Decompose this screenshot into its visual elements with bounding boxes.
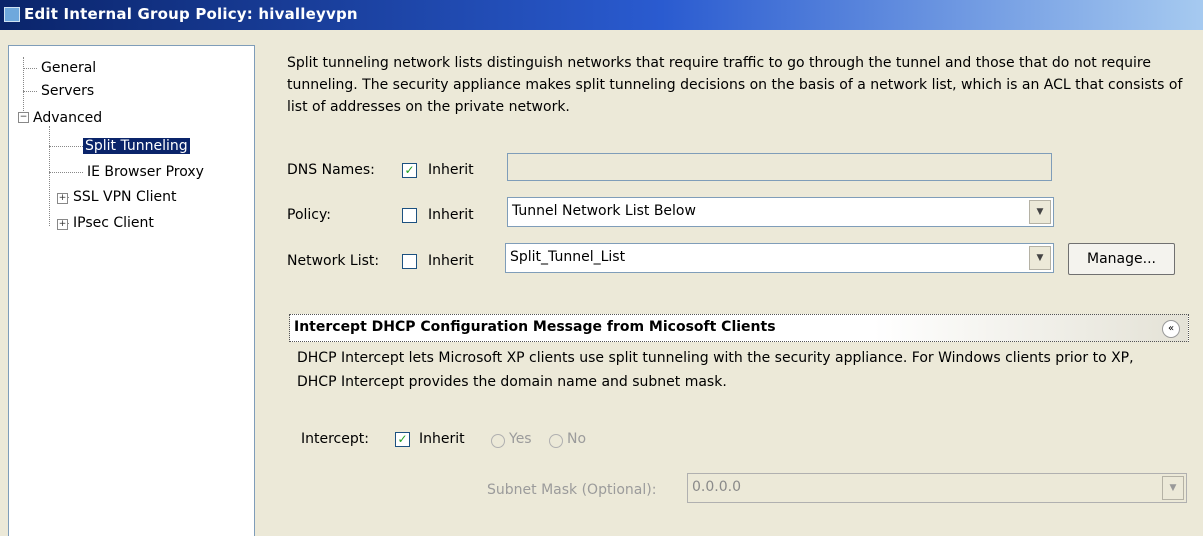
network-list-label: Network List:	[287, 253, 380, 269]
tree-item-ie-browser-proxy[interactable]: IE Browser Proxy	[85, 161, 206, 183]
collapse-chevron-icon[interactable]: «	[1162, 320, 1180, 338]
network-list-value: Split_Tunnel_List	[510, 249, 626, 265]
tree-connector	[23, 57, 24, 117]
subnet-mask-dropdown[interactable]: 0.0.0.0 ▼	[687, 473, 1187, 503]
intercept-yes-label: Yes	[509, 431, 532, 447]
policy-inherit-checkbox[interactable]	[402, 208, 417, 223]
dhcp-section-header[interactable]: Intercept DHCP Configuration Message fro…	[289, 314, 1189, 342]
dns-inherit-checkbox[interactable]: ✓	[402, 163, 417, 178]
intercept-label: Intercept:	[301, 431, 369, 447]
expand-plus-icon[interactable]: +	[57, 219, 68, 230]
tree-connector	[23, 68, 37, 69]
dhcp-description: DHCP Intercept lets Microsoft XP clients…	[297, 350, 1134, 390]
subnet-mask-value: 0.0.0.0	[692, 479, 741, 495]
manage-button[interactable]: Manage...	[1068, 243, 1175, 275]
policy-dropdown[interactable]: Tunnel Network List Below ▼	[507, 197, 1054, 227]
policy-label: Policy:	[287, 207, 331, 223]
tree-item-label: Split Tunneling	[83, 138, 190, 154]
collapse-minus-icon[interactable]: −	[18, 112, 29, 123]
dns-names-label: DNS Names:	[287, 162, 375, 178]
policy-inherit-label: Inherit	[428, 207, 474, 223]
tree-item-general[interactable]: General	[39, 57, 98, 79]
subnet-mask-label: Subnet Mask (Optional):	[487, 482, 657, 498]
tree-item-label: SSL VPN Client	[73, 189, 177, 205]
dropdown-arrow-icon[interactable]: ▼	[1029, 200, 1051, 224]
policy-value: Tunnel Network List Below	[512, 203, 696, 219]
checkmark-icon: ✓	[404, 163, 415, 177]
tree-item-label: Advanced	[33, 110, 103, 126]
tree-item-label: Servers	[41, 83, 95, 99]
intercept-inherit-label: Inherit	[419, 431, 465, 447]
window-titlebar[interactable]: Edit Internal Group Policy: hivalleyvpn	[0, 0, 1203, 30]
intercept-inherit-checkbox[interactable]: ✓	[395, 432, 410, 447]
tree-item-servers[interactable]: Servers	[39, 80, 96, 102]
network-list-dropdown[interactable]: Split_Tunnel_List ▼	[505, 243, 1054, 273]
collapse-icon-glyph: «	[1167, 323, 1175, 334]
window-title: Edit Internal Group Policy: hivalleyvpn	[24, 5, 358, 23]
tree-item-label: General	[41, 60, 97, 76]
tree-connector	[49, 126, 50, 226]
intercept-no-radio[interactable]	[549, 434, 563, 448]
expand-plus-icon[interactable]: +	[57, 193, 68, 204]
tree-item-advanced[interactable]: Advanced	[31, 107, 104, 129]
split-tunneling-description: Split tunneling network lists distinguis…	[287, 55, 1183, 115]
dns-inherit-label: Inherit	[428, 162, 474, 178]
tree-item-ssl-vpn-client[interactable]: SSL VPN Client	[71, 186, 179, 208]
tree-item-label: IPsec Client	[73, 215, 154, 231]
network-list-inherit-checkbox[interactable]	[402, 254, 417, 269]
dropdown-arrow-icon[interactable]: ▼	[1029, 246, 1051, 270]
dropdown-arrow-icon[interactable]: ▼	[1162, 476, 1184, 500]
checkmark-icon: ✓	[397, 432, 408, 446]
app-icon	[4, 7, 20, 22]
dns-names-field[interactable]	[507, 153, 1052, 181]
tree-item-split-tunneling[interactable]: Split Tunneling	[83, 135, 190, 157]
intercept-yes-radio[interactable]	[491, 434, 505, 448]
network-list-inherit-label: Inherit	[428, 253, 474, 269]
tree-connector	[49, 146, 83, 147]
navigation-tree: General Servers − Advanced Split Tunneli…	[8, 45, 255, 536]
tree-connector	[23, 91, 37, 92]
dhcp-section-title: Intercept DHCP Configuration Message fro…	[294, 319, 776, 335]
intercept-no-label: No	[567, 431, 587, 447]
tree-item-label: IE Browser Proxy	[87, 164, 204, 180]
tree-item-ipsec-client[interactable]: IPsec Client	[71, 212, 156, 234]
split-tunneling-panel: Split tunneling network lists distinguis…	[265, 45, 1195, 535]
tree-connector	[49, 172, 83, 173]
